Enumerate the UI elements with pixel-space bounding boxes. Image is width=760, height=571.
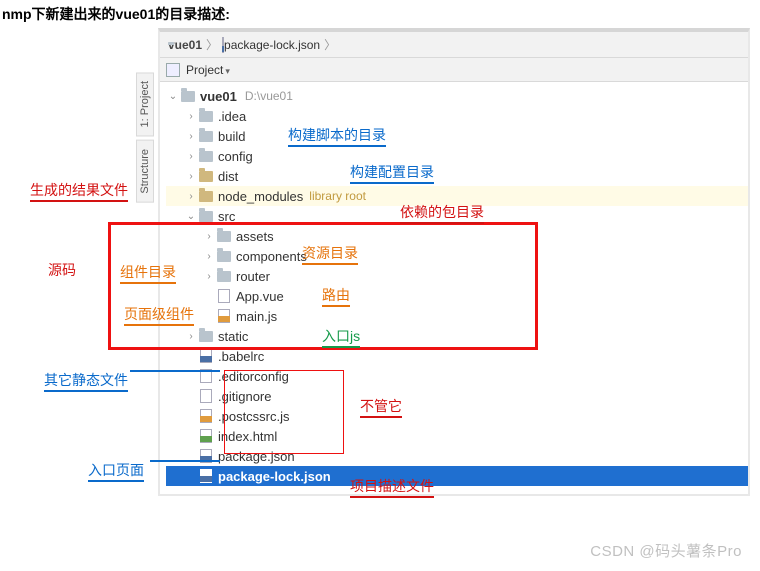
project-tree: ⌄ vue01 D:\vue01 › .idea › build › config ›… [160, 82, 748, 494]
tree-label: build [218, 129, 245, 144]
anno-src: 源码 [48, 260, 76, 280]
tree-item-static[interactable]: › static [166, 326, 748, 346]
tree-label: .editorconfig [218, 369, 289, 384]
file-icon [216, 289, 232, 303]
tab-project[interactable]: 1: Project [136, 72, 154, 136]
tree-label: src [218, 209, 235, 224]
json-file-icon [198, 349, 214, 363]
file-icon [198, 389, 214, 403]
tree-label: .postcssrc.js [218, 409, 290, 424]
chevron-right-icon: 〉 [324, 36, 336, 53]
tree-label: .babelrc [218, 349, 264, 364]
tool-window-tabs: 1: Project Structure [136, 72, 158, 207]
tree-item-index-html[interactable]: index.html [166, 426, 748, 446]
tree-label: package.json [218, 449, 295, 464]
tree-label: static [218, 329, 248, 344]
js-file-icon [216, 309, 232, 323]
tree-item-dist[interactable]: › dist [166, 166, 748, 186]
tree-root[interactable]: ⌄ vue01 D:\vue01 [166, 86, 748, 106]
project-view-selector[interactable]: Project [186, 63, 230, 77]
chevron-right-icon[interactable]: › [184, 331, 198, 342]
tree-item-gitignore[interactable]: .gitignore [166, 386, 748, 406]
chevron-right-icon[interactable]: › [202, 271, 216, 282]
json-file-icon [222, 38, 224, 52]
folder-icon [198, 109, 214, 123]
tree-item-package-json[interactable]: package.json [166, 446, 748, 466]
tree-item-package-lock[interactable]: package-lock.json [166, 466, 748, 486]
folder-icon [180, 89, 196, 103]
folder-icon [198, 209, 214, 223]
project-toolbar: Project [160, 58, 748, 82]
crumb-file[interactable]: package-lock.json [224, 38, 320, 52]
chevron-right-icon[interactable]: › [184, 171, 198, 182]
project-view-icon[interactable] [166, 63, 180, 77]
tree-item-assets[interactable]: › assets [166, 226, 748, 246]
breadcrumb: vue01 〉 package-lock.json 〉 [160, 32, 748, 58]
tree-label: assets [236, 229, 274, 244]
tree-item-src[interactable]: ⌄ src [166, 206, 748, 226]
anno-dist: 生成的结果文件 [30, 180, 128, 202]
chevron-right-icon[interactable]: › [202, 231, 216, 242]
chevron-right-icon[interactable]: › [184, 131, 198, 142]
json-file-icon [198, 449, 214, 463]
js-file-icon [198, 409, 214, 423]
html-file-icon [198, 429, 214, 443]
folder-icon [216, 249, 232, 263]
tree-item-postcssrc[interactable]: .postcssrc.js [166, 406, 748, 426]
folder-icon [198, 169, 214, 183]
file-icon [198, 369, 214, 383]
tree-item-build[interactable]: › build [166, 126, 748, 146]
crumb-root[interactable]: vue01 [168, 38, 202, 52]
folder-icon [198, 149, 214, 163]
tree-item-node-modules[interactable]: › node_modules library root [166, 186, 748, 206]
chevron-right-icon[interactable]: › [184, 151, 198, 162]
tree-label: .gitignore [218, 389, 271, 404]
json-file-icon [198, 469, 214, 483]
chevron-right-icon[interactable]: › [184, 191, 198, 202]
tree-label: components [236, 249, 307, 264]
tab-structure[interactable]: Structure [136, 140, 154, 203]
folder-icon [198, 189, 214, 203]
anno-index-html: 入口页面 [88, 460, 144, 482]
watermark: CSDN @码头薯条Pro [590, 540, 742, 561]
tree-item-app-vue[interactable]: App.vue [166, 286, 748, 306]
tree-label: package-lock.json [218, 469, 331, 484]
tree-label: .idea [218, 109, 246, 124]
library-root-badge: library root [309, 189, 366, 203]
tree-label: dist [218, 169, 238, 184]
chevron-right-icon[interactable]: › [202, 251, 216, 262]
tree-item-config[interactable]: › config [166, 146, 748, 166]
page-title: nmp下新建出来的vue01的目录描述: [0, 0, 760, 30]
chevron-down-icon[interactable]: ⌄ [166, 91, 180, 102]
tree-label: vue01 [200, 89, 237, 104]
tree-label: index.html [218, 429, 277, 444]
folder-icon [198, 129, 214, 143]
tree-label: App.vue [236, 289, 284, 304]
tree-label: router [236, 269, 270, 284]
ide-window: 1: Project Structure vue01 〉 package-loc… [158, 28, 750, 496]
tree-label: node_modules [218, 189, 303, 204]
folder-icon [216, 229, 232, 243]
tree-item-router[interactable]: › router [166, 266, 748, 286]
folder-icon [216, 269, 232, 283]
tree-item-babelrc[interactable]: .babelrc [166, 346, 748, 366]
chevron-right-icon[interactable]: › [184, 111, 198, 122]
tree-path: D:\vue01 [245, 89, 293, 103]
tree-item-components[interactable]: › components [166, 246, 748, 266]
anno-static: 其它静态文件 [44, 370, 128, 392]
chevron-down-icon[interactable]: ⌄ [184, 211, 198, 222]
tree-item-main-js[interactable]: main.js [166, 306, 748, 326]
tree-item-editorconfig[interactable]: .editorconfig [166, 366, 748, 386]
chevron-right-icon: 〉 [206, 36, 218, 53]
folder-icon [198, 329, 214, 343]
tree-label: main.js [236, 309, 277, 324]
tree-label: config [218, 149, 253, 164]
tree-item-idea[interactable]: › .idea [166, 106, 748, 126]
